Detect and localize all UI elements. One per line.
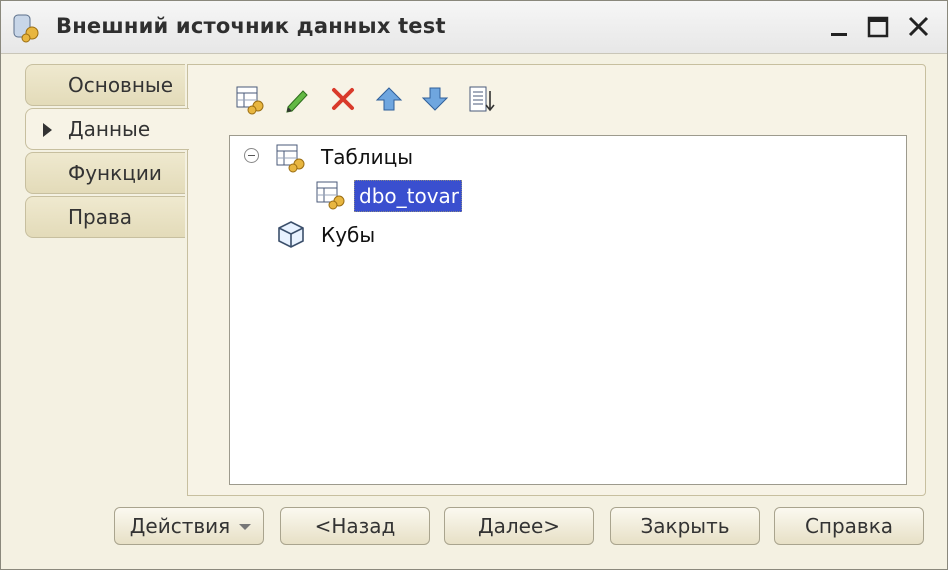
next-button[interactable]: Далее> [444,507,594,545]
tab-dannye[interactable]: Данные [25,108,189,150]
tab-label: Функции [68,161,162,185]
minimize-icon[interactable] [825,13,855,41]
sort-list-icon[interactable] [465,83,497,115]
close-label: Закрыть [640,514,730,538]
table-icon [316,181,345,210]
edit-icon[interactable] [281,83,313,115]
dialog-window: Внешний источник данных test Основные Да… [0,0,948,570]
back-label: <Назад [314,514,396,538]
cube-icon [278,221,304,248]
help-label: Справка [804,514,894,538]
title-bar[interactable]: Внешний источник данных test [1,1,947,54]
data-tree-view[interactable]: Таблицы dbo_tovar Кубы [229,135,907,485]
tree-node-dbo-tovar: dbo_tovar [359,184,460,208]
close-button[interactable]: Закрыть [610,507,760,545]
move-up-icon[interactable] [373,83,405,115]
collapse-icon[interactable] [244,148,259,163]
close-icon[interactable] [904,13,934,41]
delete-icon[interactable] [327,83,359,115]
tree-node-selected[interactable]: dbo_tovar [354,180,462,212]
chevron-down-icon [239,524,251,530]
back-button[interactable]: <Назад [280,507,430,545]
tab-label: Данные [68,117,151,141]
maximize-icon[interactable] [863,13,893,41]
external-data-source-icon [13,14,39,43]
tab-label: Права [68,205,133,229]
tree-node-tables[interactable]: Таблицы [321,145,413,169]
active-tab-arrow-icon [43,123,52,137]
help-button[interactable]: Справка [774,507,924,545]
move-down-icon[interactable] [419,83,451,115]
tab-prava[interactable]: Права [25,196,185,238]
tab-funktsii[interactable]: Функции [25,152,185,194]
actions-label: Действия [129,514,231,538]
actions-dropdown-button[interactable]: Действия [114,507,264,545]
tab-osnovnye[interactable]: Основные [25,64,185,106]
next-label: Далее> [477,514,561,538]
tables-icon [276,144,305,173]
window-title: Внешний источник данных test [56,14,446,38]
tab-label: Основные [68,73,174,97]
tree-node-cubes[interactable]: Кубы [321,223,375,247]
add-table-icon[interactable] [234,83,266,115]
